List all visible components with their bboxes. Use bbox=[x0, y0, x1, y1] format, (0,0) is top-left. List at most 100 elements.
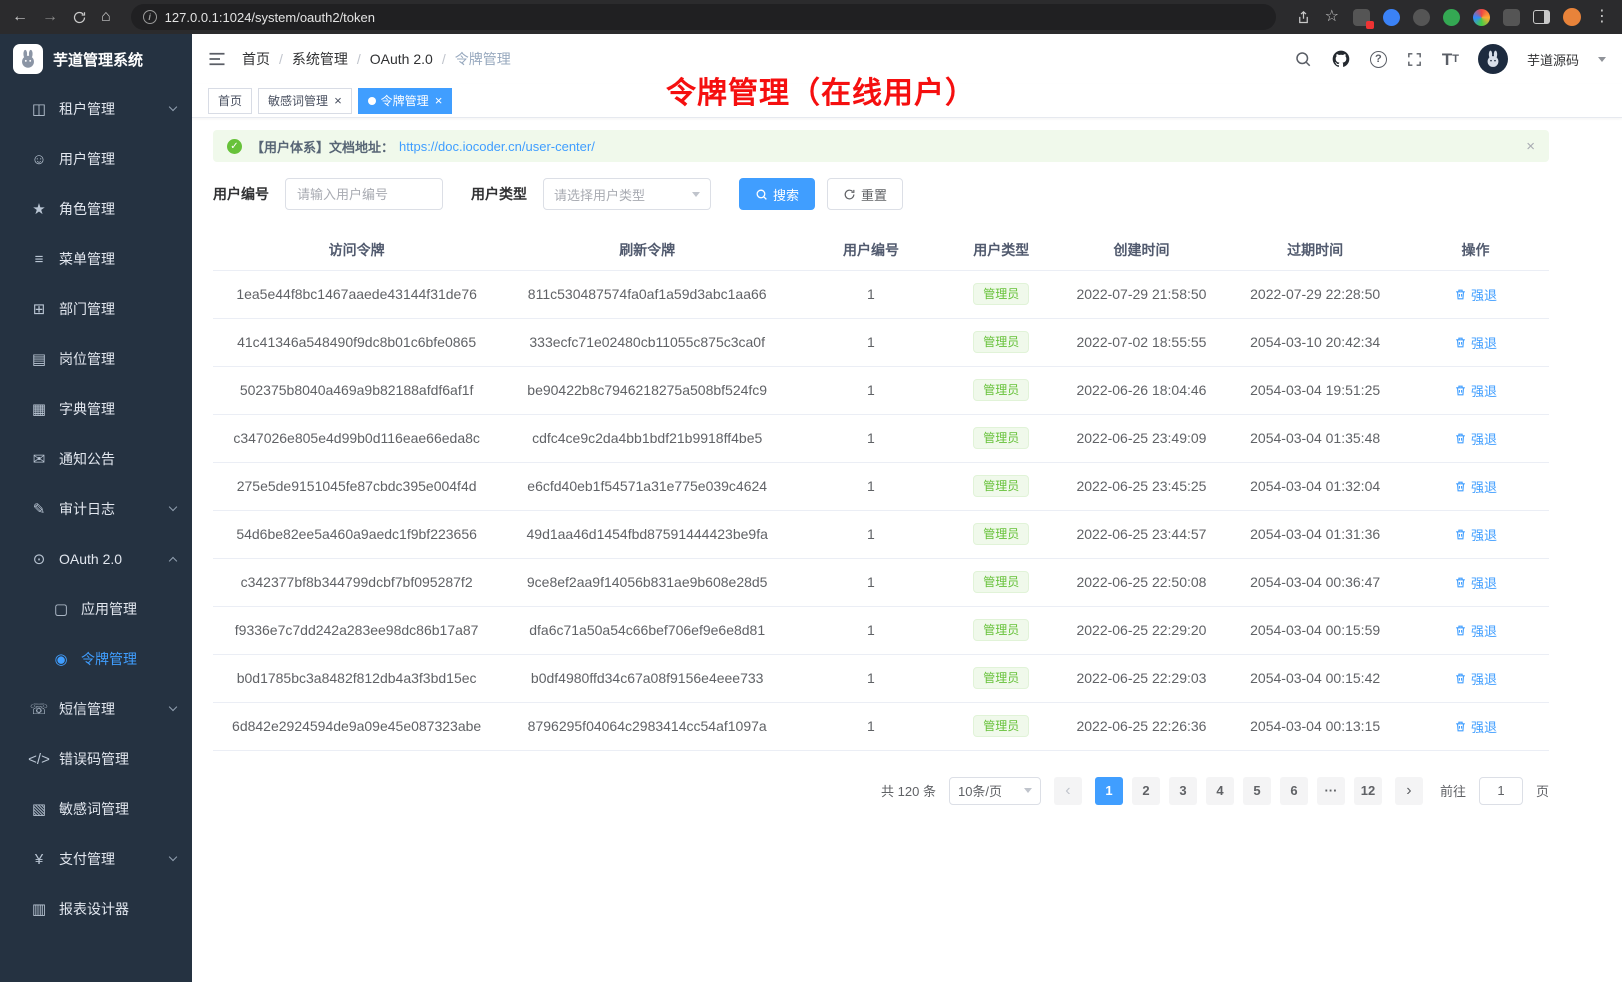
force-logout-button[interactable]: 强退 bbox=[1454, 477, 1497, 496]
sidebar-item-label: 用户管理 bbox=[59, 149, 115, 169]
expire-time-cell: 2054-03-04 00:36:47 bbox=[1228, 558, 1402, 606]
breadcrumb-item[interactable]: OAuth 2.0 bbox=[370, 51, 433, 67]
user-id-cell: 1 bbox=[794, 366, 948, 414]
profile-avatar-icon[interactable] bbox=[1563, 8, 1581, 26]
sidebar-item-pay[interactable]: ¥ 支付管理 bbox=[0, 834, 192, 884]
sidebar-item-oauth2-app[interactable]: ▢ 应用管理 bbox=[0, 584, 192, 634]
view-tab[interactable]: 令牌管理 × bbox=[358, 88, 453, 114]
sidebar-item-user[interactable]: ☺ 用户管理 bbox=[0, 134, 192, 184]
sidebar-item-notice[interactable]: ✉ 通知公告 bbox=[0, 434, 192, 484]
user-type-cell: 管理员 bbox=[948, 366, 1055, 414]
search-icon[interactable] bbox=[1294, 50, 1312, 68]
page-button-1[interactable]: 1 bbox=[1095, 777, 1123, 805]
user-type-badge: 管理员 bbox=[973, 283, 1029, 305]
sidebar-item-label: 字典管理 bbox=[59, 399, 115, 419]
force-logout-button[interactable]: 强退 bbox=[1454, 381, 1497, 400]
force-logout-button[interactable]: 强退 bbox=[1454, 333, 1497, 352]
page-button-6[interactable]: 6 bbox=[1280, 777, 1308, 805]
sidebar-item-post[interactable]: ▤ 岗位管理 bbox=[0, 334, 192, 384]
tab-close-icon[interactable]: × bbox=[435, 94, 443, 107]
error-code-icon: </> bbox=[28, 751, 50, 768]
force-logout-button[interactable]: 强退 bbox=[1454, 573, 1497, 592]
page-button-12[interactable]: 12 bbox=[1354, 777, 1382, 805]
search-button[interactable]: 搜索 bbox=[739, 178, 815, 210]
force-logout-button[interactable]: 强退 bbox=[1454, 621, 1497, 640]
sidebar-item-label: 审计日志 bbox=[59, 499, 115, 519]
page-button-4[interactable]: 4 bbox=[1206, 777, 1234, 805]
sidebar-item-oauth2[interactable]: ⊙ OAuth 2.0 bbox=[0, 534, 192, 584]
view-tab[interactable]: 首页 bbox=[208, 88, 252, 114]
app-logo[interactable]: 芋道管理系统 bbox=[0, 34, 192, 84]
sidebar-item-sms[interactable]: ☏ 短信管理 bbox=[0, 684, 192, 734]
page-size-select[interactable]: 10条/页 bbox=[949, 777, 1041, 805]
sidebar-item-dict[interactable]: ▦ 字典管理 bbox=[0, 384, 192, 434]
bookmark-star-icon[interactable]: ☆ bbox=[1325, 9, 1339, 25]
action-cell: 强退 bbox=[1402, 366, 1549, 414]
extension-red-badge-icon[interactable] bbox=[1353, 9, 1370, 26]
forward-icon[interactable]: → bbox=[42, 9, 58, 25]
column-header: 过期时间 bbox=[1228, 230, 1402, 270]
sidebar-item-report[interactable]: ▥ 报表设计器 bbox=[0, 884, 192, 934]
page-suffix: 页 bbox=[1536, 781, 1549, 800]
page-button-2[interactable]: 2 bbox=[1132, 777, 1160, 805]
sidebar-item-audit-log[interactable]: ✎ 审计日志 bbox=[0, 484, 192, 534]
force-logout-button[interactable]: 强退 bbox=[1454, 669, 1497, 688]
page-button-5[interactable]: 5 bbox=[1243, 777, 1271, 805]
refresh-token-cell: b0df4980ffd34c67a08f9156e4eee733 bbox=[500, 654, 794, 702]
more-menu-icon[interactable]: ⋮ bbox=[1594, 9, 1610, 25]
force-logout-button[interactable]: 强退 bbox=[1454, 285, 1497, 304]
prev-page-button[interactable]: ‹ bbox=[1054, 777, 1082, 805]
extension-blue-icon[interactable] bbox=[1383, 9, 1400, 26]
alert-close-icon[interactable]: × bbox=[1526, 138, 1535, 155]
sidebar-panel-icon[interactable] bbox=[1533, 10, 1550, 24]
goto-page-input[interactable] bbox=[1479, 777, 1523, 805]
back-icon[interactable]: ← bbox=[12, 9, 28, 25]
page-button-3[interactable]: 3 bbox=[1169, 777, 1197, 805]
extension-pinwheel-icon[interactable] bbox=[1473, 9, 1490, 26]
breadcrumb-item[interactable]: 首页 bbox=[242, 49, 270, 69]
sidebar-item-dept[interactable]: ⊞ 部门管理 bbox=[0, 284, 192, 334]
reset-button[interactable]: 重置 bbox=[827, 178, 903, 210]
chevron-icon bbox=[169, 503, 177, 511]
share-icon[interactable] bbox=[1296, 10, 1311, 25]
reload-icon[interactable] bbox=[72, 10, 87, 25]
extension-green-icon[interactable] bbox=[1443, 9, 1460, 26]
collapse-sidebar-icon[interactable] bbox=[208, 51, 226, 67]
sidebar-item-sensitive-word[interactable]: ▧ 敏感词管理 bbox=[0, 784, 192, 834]
extension-puzzle-icon[interactable] bbox=[1503, 9, 1520, 26]
doc-link[interactable]: https://doc.iocoder.cn/user-center/ bbox=[399, 139, 595, 154]
github-icon[interactable] bbox=[1331, 49, 1351, 69]
url-text: 127.0.0.1:1024/system/oauth2/token bbox=[165, 10, 375, 25]
sidebar-item-menu[interactable]: ≡ 菜单管理 bbox=[0, 234, 192, 284]
help-icon[interactable]: ? bbox=[1370, 51, 1387, 68]
user-menu-caret-icon[interactable] bbox=[1598, 57, 1606, 62]
force-logout-button[interactable]: 强退 bbox=[1454, 429, 1497, 448]
expire-time-cell: 2054-03-04 00:15:42 bbox=[1228, 654, 1402, 702]
doc-alert: ✓ 【用户体系】文档地址： https://doc.iocoder.cn/use… bbox=[213, 130, 1549, 162]
sidebar-item-label: 角色管理 bbox=[59, 199, 115, 219]
tab-close-icon[interactable]: × bbox=[334, 94, 342, 107]
page-ellipsis-button[interactable]: ··· bbox=[1317, 777, 1345, 805]
home-icon[interactable]: ⌂ bbox=[101, 9, 111, 25]
address-bar[interactable]: i 127.0.0.1:1024/system/oauth2/token bbox=[131, 4, 1276, 30]
user-id-input[interactable] bbox=[285, 178, 443, 210]
sidebar-item-role[interactable]: ★ 角色管理 bbox=[0, 184, 192, 234]
user-avatar[interactable] bbox=[1478, 44, 1508, 74]
created-time-cell: 2022-06-25 22:50:08 bbox=[1055, 558, 1229, 606]
font-size-icon[interactable]: TT bbox=[1442, 51, 1459, 68]
goto-label: 前往 bbox=[1440, 781, 1466, 800]
user-type-select[interactable]: 请选择用户类型 bbox=[543, 178, 711, 210]
user-name[interactable]: 芋道源码 bbox=[1527, 50, 1579, 69]
extension-dark-icon[interactable] bbox=[1413, 9, 1430, 26]
breadcrumb: 首页/系统管理/OAuth 2.0/令牌管理 bbox=[242, 49, 511, 69]
site-info-icon[interactable]: i bbox=[143, 10, 157, 24]
sidebar-item-tenant[interactable]: ◫ 租户管理 bbox=[0, 84, 192, 134]
force-logout-button[interactable]: 强退 bbox=[1454, 717, 1497, 736]
breadcrumb-item[interactable]: 系统管理 bbox=[292, 49, 348, 69]
next-page-button[interactable]: › bbox=[1395, 777, 1423, 805]
sidebar-item-oauth2-token[interactable]: ◉ 令牌管理 bbox=[0, 634, 192, 684]
force-logout-button[interactable]: 强退 bbox=[1454, 525, 1497, 544]
sidebar-item-error-code[interactable]: </> 错误码管理 bbox=[0, 734, 192, 784]
view-tab[interactable]: 敏感词管理 × bbox=[258, 88, 352, 114]
fullscreen-icon[interactable] bbox=[1406, 51, 1423, 68]
